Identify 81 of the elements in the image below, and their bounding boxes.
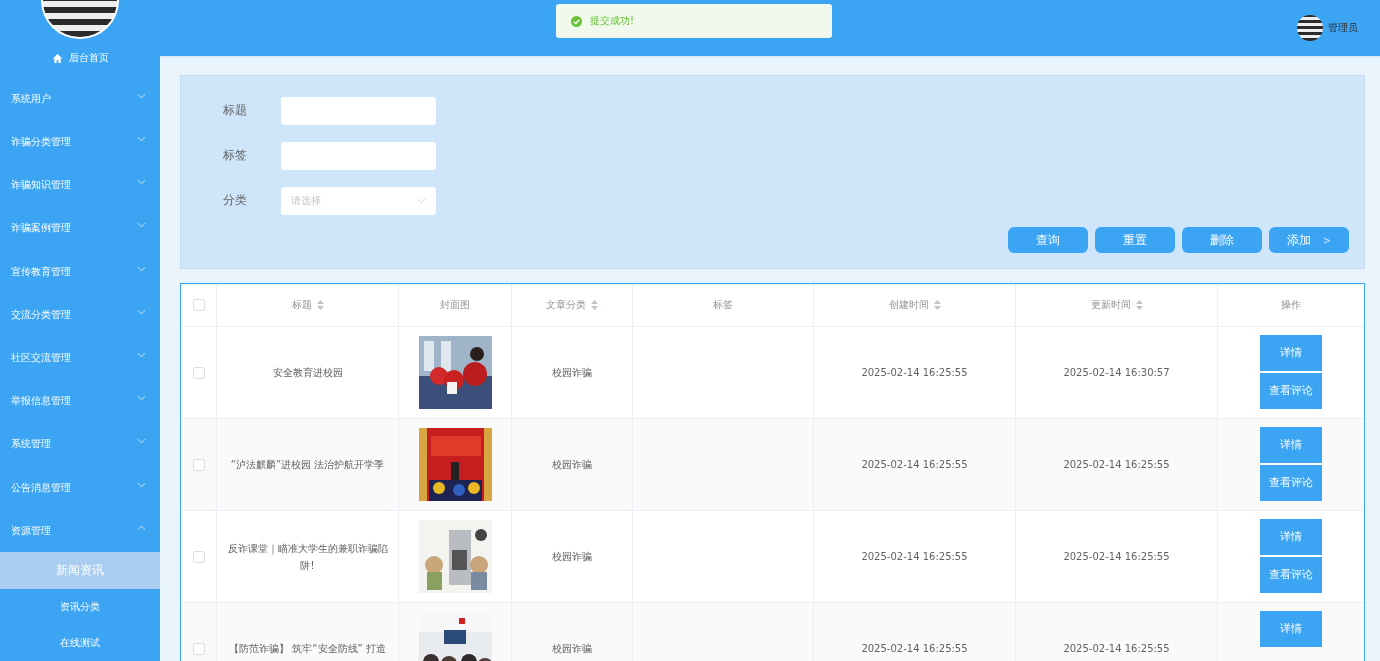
field-label: 标签 [223,147,248,164]
chevron-down-icon [137,481,146,488]
row-action-button[interactable]: 详情 [1260,427,1322,463]
menu-item[interactable]: 举报信息管理 [0,379,160,423]
chevron-down-icon [137,135,146,142]
chevron-down-icon [137,438,146,445]
sort-icon[interactable] [316,300,324,310]
field-label: 分类 [223,192,248,209]
table-cell: 2025-02-14 16:25:55 [861,643,968,654]
chevron-down-icon [137,395,146,402]
table-cell: 2025-02-14 16:25:55 [861,551,968,562]
submenu-item[interactable]: 资讯分类 [0,588,160,625]
row-checkbox[interactable] [192,550,205,563]
column-header: 标题 [291,298,312,312]
chevron-up-icon [137,524,146,531]
table-cell-text: “泸法麒麟”进校园 法治护航开学季 [230,458,385,472]
action-button[interactable]: 添加 > [1269,227,1349,253]
chevron-down-icon [137,222,146,229]
action-button[interactable]: 查询 [1008,227,1088,253]
home-label: 后台首页 [68,51,109,66]
select-all-checkbox[interactable] [192,299,205,311]
menu-item[interactable]: 诈骗案例管理 [0,206,160,250]
sidebar-item[interactable]: 后台首页 [0,39,160,78]
table-cell: 2025-02-14 16:25:55 [861,367,968,378]
menu-item[interactable]: 交流分类管理 [0,293,160,337]
field-label: 标题 [223,102,248,119]
column-header: 标签 [713,298,733,312]
row-action-button[interactable]: 详情 [1260,335,1322,371]
table-cell: 校园诈骗 [552,457,592,472]
menu-item[interactable]: 诈骗知识管理 [0,163,160,207]
row-checkbox[interactable] [192,458,205,471]
table-cell: 校园诈骗 [552,641,592,656]
input-field[interactable] [281,141,436,170]
submenu-item[interactable]: 在线测试 [0,624,160,661]
row-action-button[interactable]: 详情 [1260,611,1322,647]
chevron-down-icon [137,308,146,315]
menu-item[interactable]: 系统管理 [0,422,160,466]
column-header: 创建时间 [888,298,929,312]
menu-item[interactable]: 社区交流管理 [0,336,160,380]
menu-item[interactable]: 公告消息管理 [0,466,160,510]
table-cell: 2025-02-14 16:25:55 [861,459,968,470]
table-cell: 2025-02-14 16:30:57 [1063,367,1170,378]
column-header: 操作 [1281,298,1301,312]
row-checkbox[interactable] [192,366,205,379]
sort-icon[interactable] [591,300,598,310]
sort-icon[interactable] [1135,300,1143,310]
row-checkbox[interactable] [192,642,205,655]
table-cell: 2025-02-14 16:25:55 [1063,459,1170,470]
row-action-button[interactable]: 查看评论 [1260,465,1322,501]
user-name[interactable]: 管理员 [1328,21,1358,35]
column-header: 封面图 [440,298,470,312]
row-action-button[interactable]: 详情 [1260,519,1322,555]
home-icon [51,52,63,64]
sort-icon[interactable] [933,300,941,310]
chevron-down-icon [137,351,146,358]
menu-item[interactable]: 诈骗分类管理 [0,120,160,164]
chevron-down-icon [137,265,146,272]
input-field[interactable] [281,96,436,125]
menu-item[interactable]: 宣传教育管理 [0,249,160,294]
table-cell: 2025-02-14 16:25:55 [1063,643,1170,654]
chevron-down-icon [137,179,146,186]
table-cell: 2025-02-14 16:25:55 [1063,551,1170,562]
check-circle-icon [571,15,582,27]
table-cell: 校园诈骗 [552,549,592,564]
table-cell-text: 反诈课堂｜瞄准大学生的兼职诈骗陷阱! [226,541,389,573]
row-action-button[interactable]: 查看评论 [1260,557,1322,593]
action-button[interactable]: 删除 [1182,227,1262,253]
menu-item[interactable]: 资源管理 [0,509,160,553]
menu-item[interactable]: 系统用户 [0,77,160,121]
submenu-item[interactable]: 新闻资讯 [0,552,160,589]
column-header: 文章分类 [546,298,586,312]
toast-message: 提交成功! [590,14,634,28]
chevron-down-icon [417,197,426,204]
user-avatar[interactable] [1297,15,1323,41]
table-cell-text: 安全教育进校园 [272,366,343,380]
chevron-down-icon [137,92,146,99]
column-header: 更新时间 [1090,298,1131,312]
table-cell: 校园诈骗 [552,365,592,380]
row-action-button[interactable]: 查看评论 [1260,373,1322,409]
action-button[interactable]: 重置 [1095,227,1175,253]
table-cell-text: 【防范诈骗】 筑牢“安全防线” 打造 [229,642,386,656]
